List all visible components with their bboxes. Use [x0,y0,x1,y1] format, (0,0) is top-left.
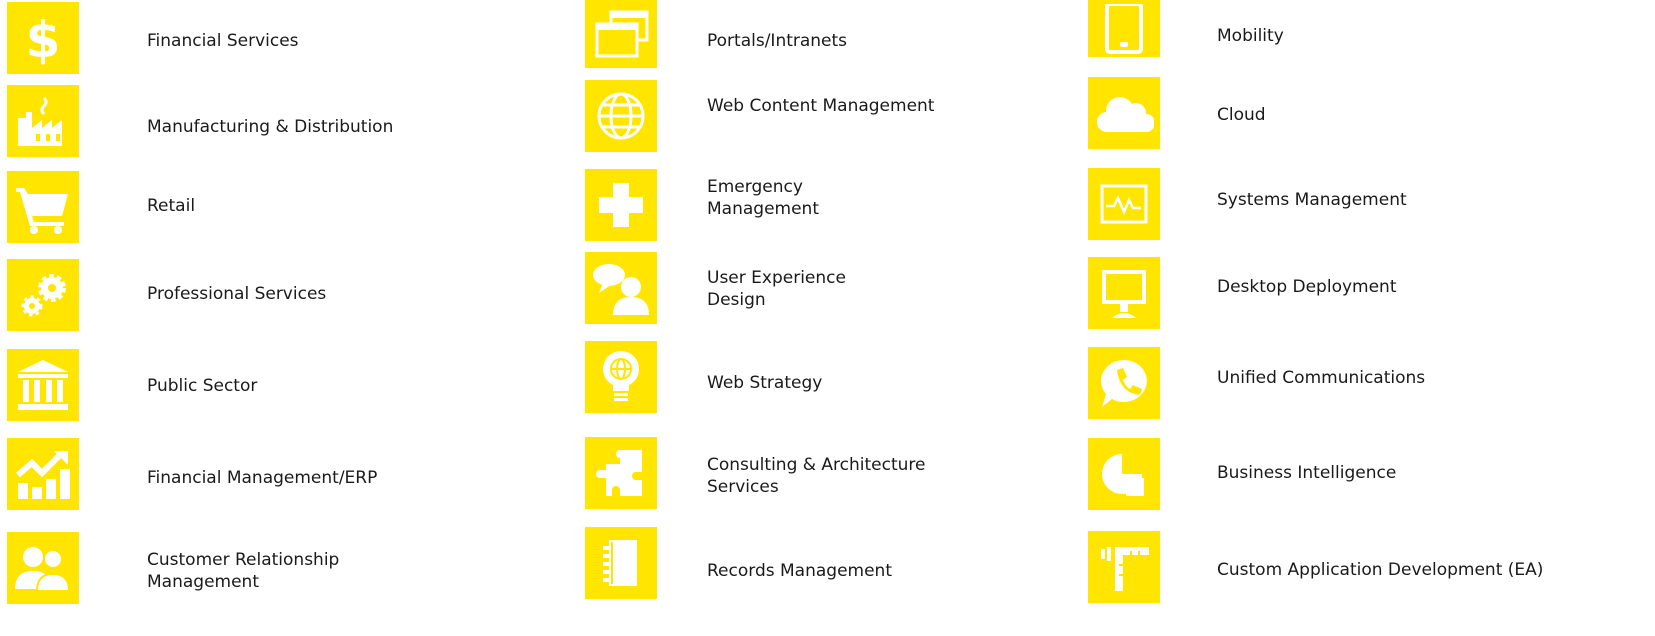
label-public-sector: Public Sector [147,376,258,396]
tile-portals [585,0,657,68]
tile-business-intel [1088,438,1160,510]
tile-systems [1088,168,1160,240]
label-desktop: Desktop Deployment [1217,277,1397,297]
label-cloud: Cloud [1217,105,1266,125]
label-manufacturing: Manufacturing & Distribution [147,117,394,137]
tile-professional-services [7,259,79,331]
dollar-icon: $ [26,11,61,66]
growth-chart-icon [16,451,70,499]
lightbulb-globe-icon [603,351,639,401]
tile-crm [7,532,79,604]
label-retail: Retail [147,196,196,216]
pie-chart-icon [1102,454,1144,496]
tile-public-sector [7,349,79,421]
label-portals: Portals/Intranets [707,31,848,51]
tile-cloud [1088,77,1160,149]
gears-icon [21,274,66,317]
globe-icon [597,92,645,140]
label-emergency: Emergency Management [707,177,819,219]
label-custom-app: Custom Application Development (EA) [1217,560,1544,580]
label-web-content: Web Content Management [707,96,935,116]
desktop-monitor-icon [1102,270,1146,318]
label-financial-services: Financial Services [147,31,299,51]
tile-mobility [1088,0,1160,57]
pulse-monitor-icon [1100,184,1148,224]
label-business-intel: Business Intelligence [1217,463,1397,483]
cloud-icon [1097,97,1154,133]
tile-records [585,527,657,599]
ruler-icon [1101,547,1149,591]
label-professional-services: Professional Services [147,284,327,304]
tile-web-strategy [585,341,657,413]
svg-text:$: $ [26,11,61,66]
label-ux-design: User Experience Design [707,268,846,310]
notebook-icon [603,540,637,586]
tile-consulting [585,437,657,509]
tile-web-content [585,80,657,152]
users-icon [15,547,71,592]
factory-icon [18,96,62,146]
government-building-icon [18,360,68,410]
tile-custom-app [1088,531,1160,603]
label-web-strategy: Web Strategy [707,373,823,393]
phone-bubble-icon [1101,360,1147,407]
tile-financial-management [7,438,79,510]
label-unified-comm: Unified Communications [1217,368,1426,388]
tile-ux-design [585,252,657,324]
label-records: Records Management [707,561,892,581]
tablet-icon [1105,3,1143,54]
label-financial-management: Financial Management/ERP [147,468,378,488]
windows-icon [595,10,649,58]
user-chat-icon [593,264,649,315]
label-crm: Customer Relationship Management [147,550,340,592]
medical-cross-icon [599,183,643,227]
label-systems: Systems Management [1217,190,1407,210]
tile-unified-comm [1088,347,1160,419]
label-mobility: Mobility [1217,26,1284,46]
puzzle-icon [596,450,642,496]
tile-financial-services: $ [7,2,79,74]
tile-manufacturing [7,85,79,157]
tile-emergency [585,169,657,241]
label-consulting: Consulting & Architecture Services [707,455,926,497]
shopping-cart-icon [16,188,68,234]
tile-retail [7,171,79,243]
tile-desktop [1088,257,1160,329]
